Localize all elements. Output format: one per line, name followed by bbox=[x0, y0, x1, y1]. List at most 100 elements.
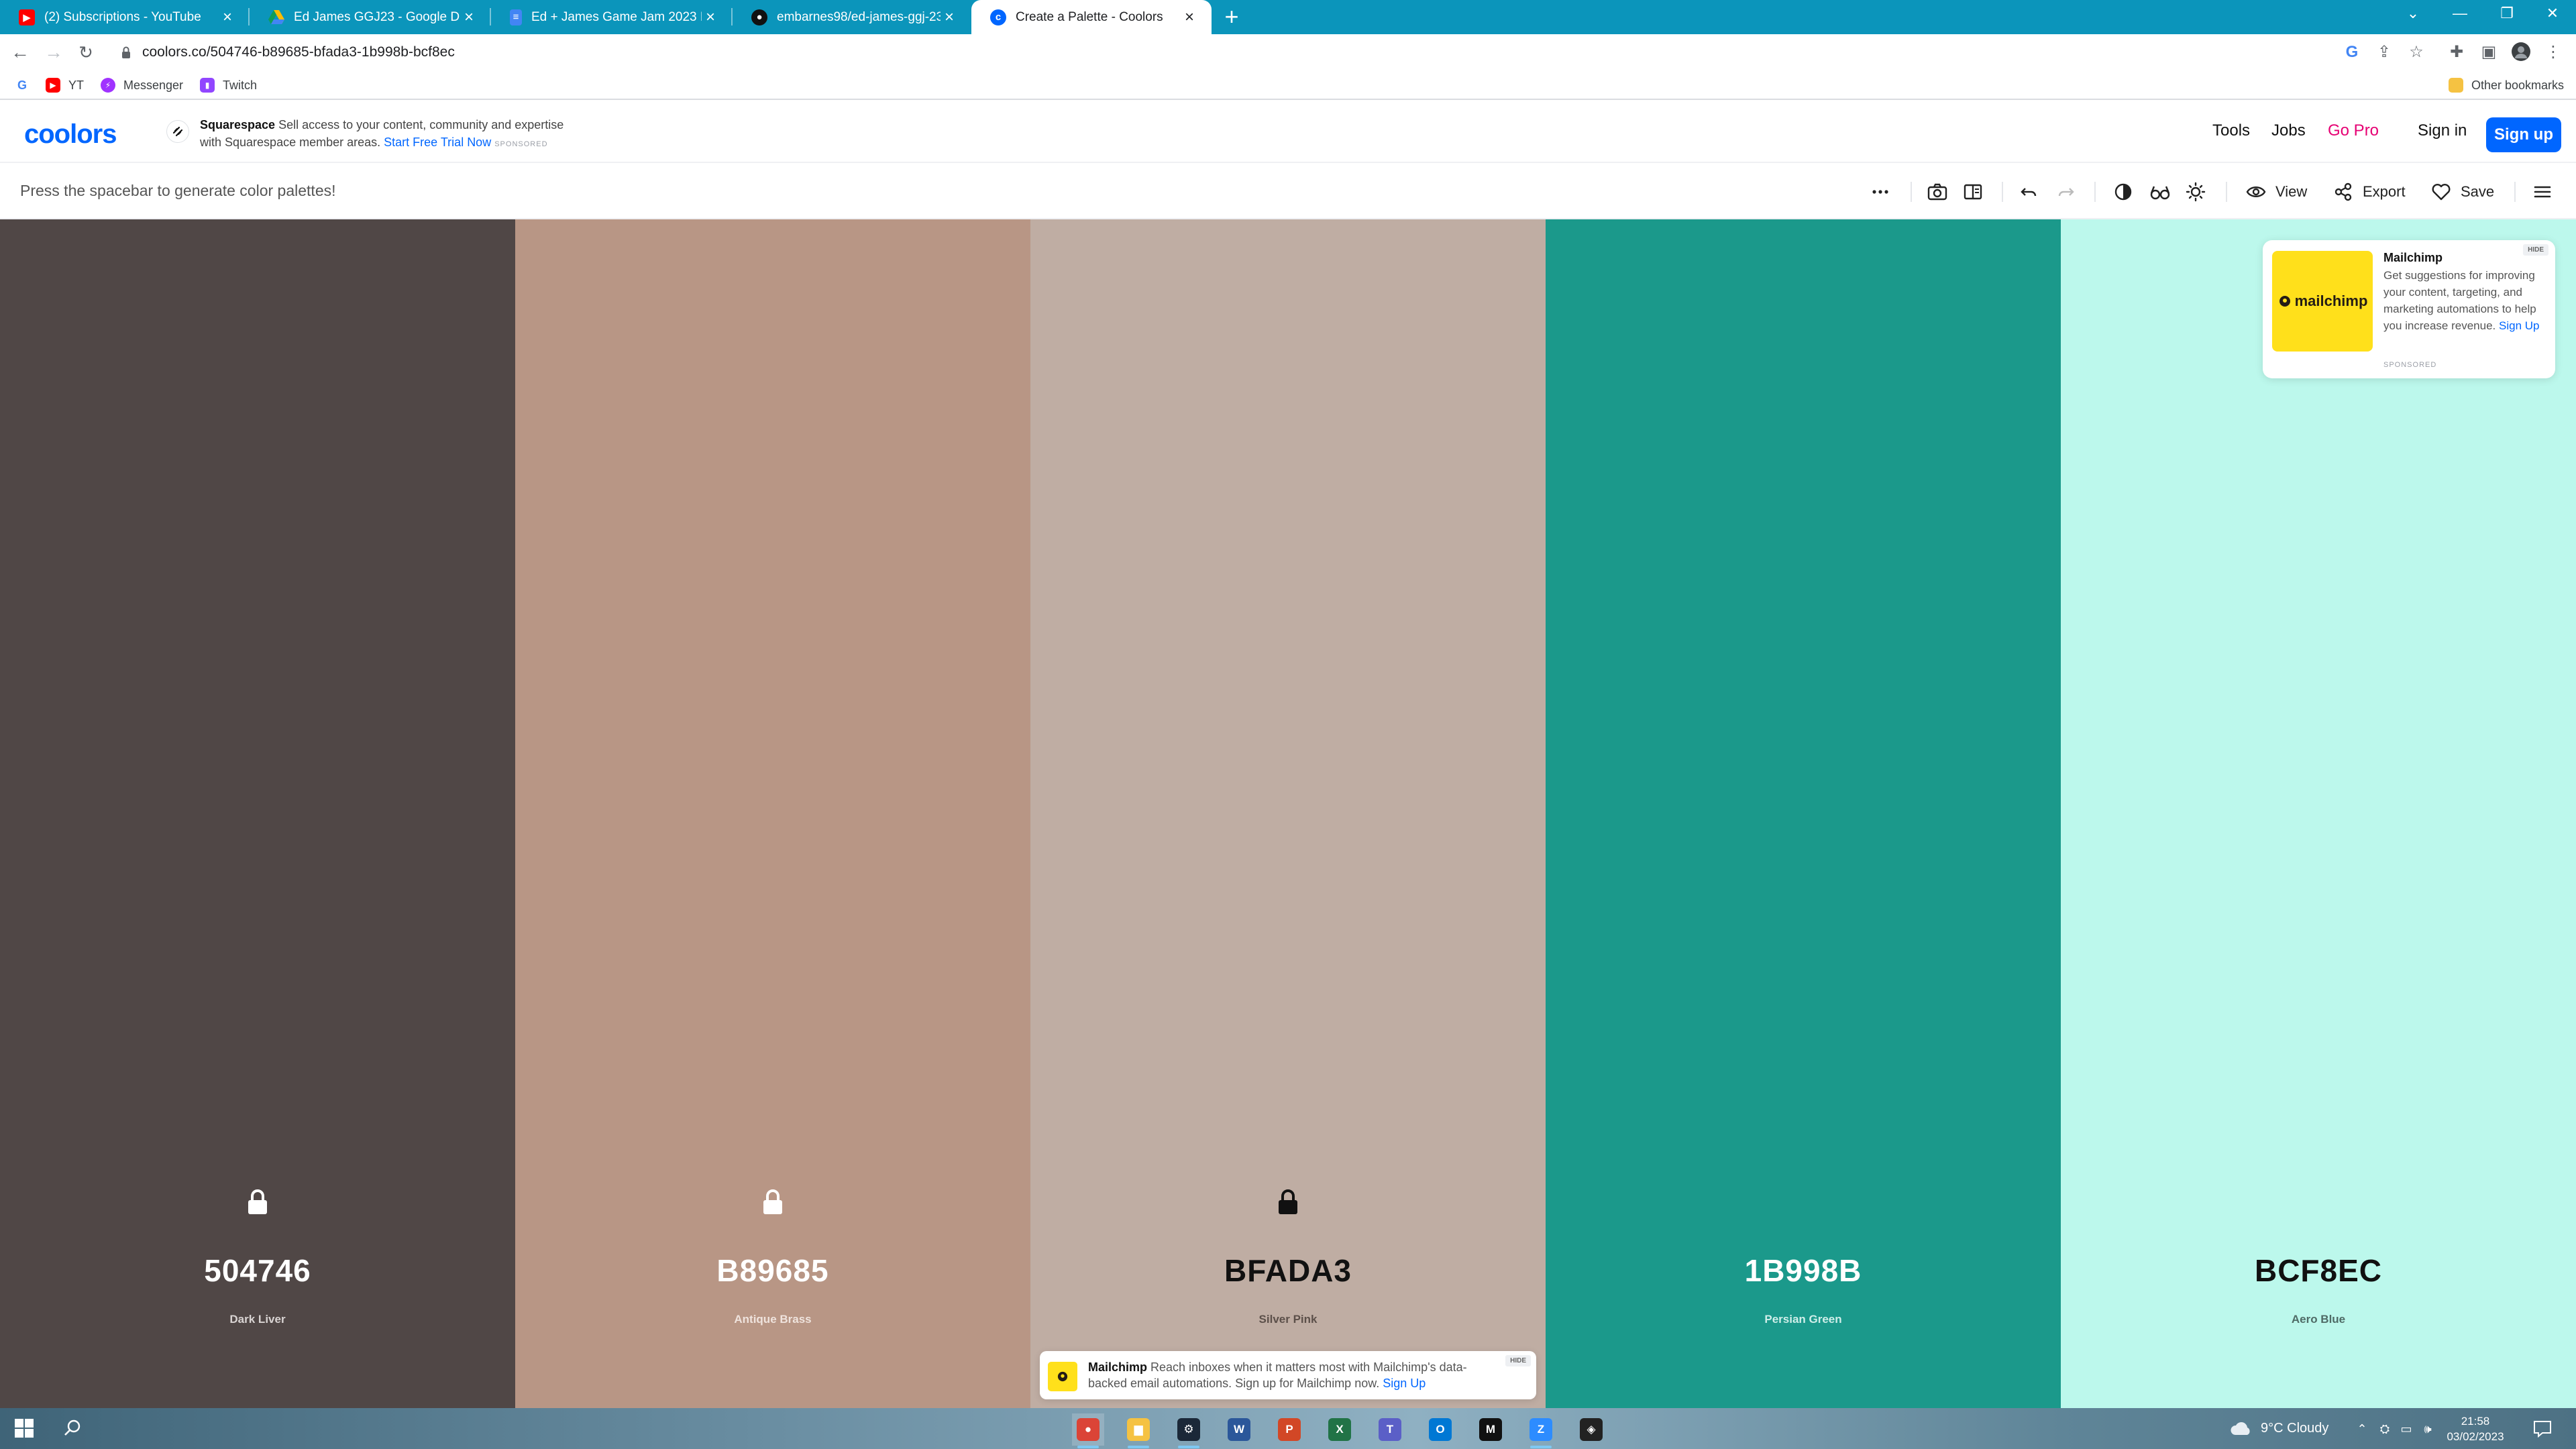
squarespace-ad[interactable]: Squarespace Sell access to your content,… bbox=[166, 116, 564, 153]
tray-chevron-up-icon[interactable]: ⌃ bbox=[2353, 1420, 2371, 1438]
export-label: Export bbox=[2363, 183, 2406, 200]
more-options-button[interactable] bbox=[1870, 179, 1890, 205]
minimize-button[interactable]: — bbox=[2436, 0, 2483, 27]
side-panel-icon[interactable]: ▣ bbox=[2478, 42, 2500, 63]
hide-ad-button[interactable]: HIDE bbox=[1505, 1355, 1531, 1366]
close-window-button[interactable]: ✕ bbox=[2529, 0, 2576, 27]
color-swatch-3[interactable]: BFADA3 Silver Pink bbox=[1030, 219, 1546, 1408]
menu-kebab-icon[interactable]: ⋮ bbox=[2542, 42, 2564, 63]
lock-icon[interactable] bbox=[761, 1189, 784, 1216]
bookmark-google[interactable]: G bbox=[15, 76, 38, 95]
share-icon[interactable]: ⇪ bbox=[2373, 42, 2395, 63]
search-icon[interactable] bbox=[62, 1417, 83, 1439]
lock-icon[interactable] bbox=[117, 43, 136, 62]
hamburger-menu-button[interactable] bbox=[2532, 179, 2553, 205]
bookmark-star-icon[interactable]: ☆ bbox=[2406, 42, 2427, 63]
ad-cta-link[interactable]: Start Free Trial Now bbox=[384, 136, 491, 149]
adjust-palette-button[interactable] bbox=[2186, 179, 2206, 205]
taskbar-app-file-explorer[interactable]: ▆ bbox=[1122, 1413, 1155, 1448]
close-icon[interactable]: × bbox=[941, 8, 958, 27]
nav-tools[interactable]: Tools bbox=[2212, 121, 2250, 140]
nav-go-pro[interactable]: Go Pro bbox=[2328, 121, 2379, 140]
tab-title: Ed + James Game Jam 2023 Doc bbox=[531, 9, 702, 24]
bookmark-twitch[interactable]: ▮ Twitch bbox=[200, 76, 257, 95]
bookmark-yt[interactable]: ▶ YT bbox=[46, 76, 84, 95]
color-name[interactable]: Silver Pink bbox=[1030, 1313, 1546, 1326]
lock-icon[interactable] bbox=[1277, 1189, 1299, 1216]
volume-tray-icon[interactable]: 🕪 bbox=[2419, 1420, 2436, 1438]
mailchimp-bottom-ad[interactable]: Mailchimp Reach inboxes when it matters … bbox=[1040, 1351, 1536, 1399]
tab-coolors[interactable]: c Create a Palette - Coolors × bbox=[971, 0, 1212, 34]
tab-google-drive[interactable]: Ed James GGJ23 - Google Drive × bbox=[250, 0, 491, 34]
ad-sign-up-link[interactable]: Sign Up bbox=[2499, 319, 2539, 332]
forward-button[interactable]: → bbox=[42, 41, 66, 65]
notifications-icon[interactable] bbox=[2533, 1420, 2552, 1438]
reload-button[interactable]: ↻ bbox=[74, 41, 98, 65]
omnibox[interactable]: coolors.co/504746-b89685-bfada3-1b998b-b… bbox=[117, 38, 2330, 67]
hex-code[interactable]: 504746 bbox=[0, 1252, 515, 1289]
view-button[interactable]: View bbox=[2246, 179, 2307, 205]
bookmark-messenger[interactable]: ⚡ Messenger bbox=[101, 76, 183, 95]
coolors-logo[interactable]: coolors bbox=[24, 119, 117, 150]
google-lens-icon[interactable]: G bbox=[2341, 42, 2363, 63]
color-swatch-2[interactable]: B89685 Antique Brass bbox=[515, 219, 1030, 1408]
color-name[interactable]: Persian Green bbox=[1546, 1313, 2061, 1326]
taskbar-app-teams[interactable]: T bbox=[1374, 1413, 1406, 1446]
color-swatch-5[interactable]: BCF8EC Aero Blue bbox=[2061, 219, 2576, 1408]
color-name[interactable]: Antique Brass bbox=[515, 1313, 1030, 1326]
mailchimp-ad-card[interactable]: mailchimp HIDE Mailchimp Get suggestions… bbox=[2263, 240, 2555, 378]
color-blindness-button[interactable] bbox=[2149, 179, 2171, 205]
taskbar-clock[interactable]: 21:58 03/02/2023 bbox=[2442, 1413, 2509, 1444]
nav-jobs[interactable]: Jobs bbox=[2271, 121, 2306, 140]
contrast-checker-button[interactable] bbox=[2113, 179, 2133, 205]
hex-code[interactable]: B89685 bbox=[515, 1252, 1030, 1289]
chrome-icon: ● bbox=[1077, 1418, 1099, 1441]
taskbar-app-outlook[interactable]: O bbox=[1424, 1413, 1456, 1446]
color-swatch-4[interactable]: 1B998B Persian Green bbox=[1546, 219, 2061, 1408]
color-name[interactable]: Aero Blue bbox=[2061, 1313, 2576, 1326]
save-button[interactable]: Save bbox=[2431, 179, 2494, 205]
camera-button[interactable] bbox=[1927, 179, 1948, 205]
layout-button[interactable] bbox=[1963, 179, 1983, 205]
new-tab-button[interactable]: + bbox=[1218, 4, 1245, 31]
network-tray-icon[interactable]: ▭ bbox=[2398, 1420, 2415, 1438]
nav-sign-in[interactable]: Sign in bbox=[2418, 121, 2467, 140]
taskbar-app-chrome[interactable]: ● bbox=[1072, 1413, 1104, 1448]
redo-button[interactable] bbox=[2055, 179, 2076, 205]
tab-search-chevron-icon[interactable]: ⌄ bbox=[2390, 0, 2436, 27]
color-swatch-1[interactable]: 504746 Dark Liver bbox=[0, 219, 515, 1408]
weather-widget[interactable]: 9°C Cloudy bbox=[2229, 1419, 2328, 1438]
undo-button[interactable] bbox=[2019, 179, 2039, 205]
close-icon[interactable]: × bbox=[460, 8, 478, 27]
taskbar-app-word[interactable]: W bbox=[1223, 1413, 1255, 1446]
other-bookmarks[interactable]: Other bookmarks bbox=[2449, 76, 2564, 95]
taskbar-app-excel[interactable]: X bbox=[1324, 1413, 1356, 1446]
hide-ad-button[interactable]: HIDE bbox=[2523, 244, 2548, 256]
restore-button[interactable]: ❐ bbox=[2483, 0, 2530, 27]
tab-youtube[interactable]: ▶ (2) Subscriptions - YouTube × bbox=[0, 0, 250, 34]
export-button[interactable]: Export bbox=[2333, 179, 2406, 205]
taskbar-app-powerpoint[interactable]: P bbox=[1273, 1413, 1305, 1446]
close-icon[interactable]: × bbox=[702, 8, 719, 27]
extensions-icon[interactable]: ✚ bbox=[2446, 42, 2467, 63]
ad-sign-up-link[interactable]: Sign Up bbox=[1383, 1377, 1426, 1390]
profile-avatar[interactable] bbox=[2510, 42, 2532, 63]
back-button[interactable]: ← bbox=[8, 41, 32, 65]
bluetooth-tray-icon[interactable]: ⛭ bbox=[2376, 1420, 2394, 1438]
close-icon[interactable]: × bbox=[219, 8, 236, 27]
lock-icon[interactable] bbox=[246, 1189, 269, 1216]
tab-google-docs[interactable]: ≡ Ed + James Game Jam 2023 Doc × bbox=[491, 0, 733, 34]
tab-github[interactable]: ● embarnes98/ed-james-ggj-23: H × bbox=[733, 0, 971, 34]
windows-start-icon[interactable] bbox=[15, 1419, 34, 1438]
hex-code[interactable]: BCF8EC bbox=[2061, 1252, 2576, 1289]
taskbar-app-unity[interactable]: ◈ bbox=[1575, 1413, 1607, 1446]
close-icon[interactable]: × bbox=[1181, 8, 1198, 27]
color-name[interactable]: Dark Liver bbox=[0, 1313, 515, 1326]
url-text[interactable]: coolors.co/504746-b89685-bfada3-1b998b-b… bbox=[142, 44, 455, 60]
taskbar-app-steam[interactable]: ⚙ bbox=[1173, 1413, 1205, 1448]
sign-up-button[interactable]: Sign up bbox=[2486, 117, 2561, 152]
hex-code[interactable]: BFADA3 bbox=[1030, 1252, 1546, 1289]
taskbar-app-epic-games[interactable]: M bbox=[1474, 1413, 1507, 1446]
hex-code[interactable]: 1B998B bbox=[1546, 1252, 2061, 1289]
taskbar-app-zoom[interactable]: Z bbox=[1525, 1413, 1557, 1448]
